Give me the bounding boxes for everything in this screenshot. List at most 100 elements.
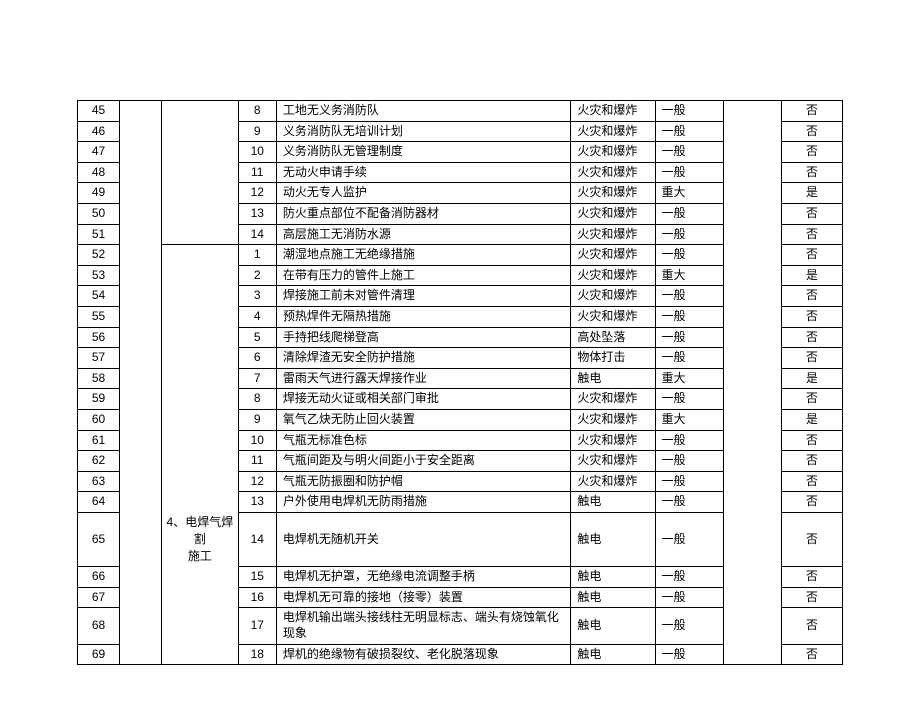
category-cell	[162, 306, 239, 327]
severity: 一般	[655, 286, 724, 307]
blank-cell-2	[724, 644, 781, 665]
hazard-description: 焊接施工前未对管件清理	[276, 286, 571, 307]
blank-cell-2	[724, 492, 781, 513]
hazard-type: 火灾和爆炸	[571, 409, 655, 430]
hazard-description: 工地无义务消防队	[276, 101, 571, 122]
severity: 一般	[655, 430, 724, 451]
category-cell	[162, 389, 239, 410]
table-row: 6817电焊机输出端头接线柱无明显标志、端头有烧蚀氧化现象触电一般否	[78, 608, 843, 644]
hazard-type: 触电	[571, 608, 655, 644]
blank-cell	[120, 286, 162, 307]
sub-index: 8	[238, 389, 276, 410]
hazard-description: 高层施工无消防水源	[276, 224, 571, 245]
blank-cell-2	[724, 409, 781, 430]
category-cell	[162, 608, 239, 644]
blank-cell-2	[724, 101, 781, 122]
blank-cell	[120, 121, 162, 142]
hazard-description: 潮湿地点施工无绝缘措施	[276, 245, 571, 266]
severity: 一般	[655, 471, 724, 492]
severity: 重大	[655, 409, 724, 430]
hazard-type: 触电	[571, 567, 655, 588]
table-row: 6615电焊机无护罩，无绝缘电流调整手柄触电一般否	[78, 567, 843, 588]
sub-index: 11	[238, 162, 276, 183]
blank-cell-2	[724, 587, 781, 608]
severity: 一般	[655, 587, 724, 608]
blank-cell	[120, 471, 162, 492]
blank-cell	[120, 101, 162, 122]
blank-cell	[120, 430, 162, 451]
table-row: 598焊接无动火证或相关部门审批火灾和爆炸一般否	[78, 389, 843, 410]
blank-cell-2	[724, 368, 781, 389]
sub-index: 10	[238, 142, 276, 163]
blank-cell-2	[724, 512, 781, 566]
hazard-type: 火灾和爆炸	[571, 389, 655, 410]
sub-index: 9	[238, 409, 276, 430]
table-row: 609氧气乙炔无防止回火装置火灾和爆炸重大是	[78, 409, 843, 430]
sub-index: 2	[238, 265, 276, 286]
row-index: 65	[78, 512, 120, 566]
severity: 一般	[655, 644, 724, 665]
yes-no: 否	[781, 471, 842, 492]
yes-no: 否	[781, 306, 842, 327]
row-index: 68	[78, 608, 120, 644]
hazard-type: 火灾和爆炸	[571, 286, 655, 307]
blank-cell-2	[724, 203, 781, 224]
table-row: 6110气瓶无标准色标火灾和爆炸一般否	[78, 430, 843, 451]
severity: 一般	[655, 327, 724, 348]
yes-no: 否	[781, 224, 842, 245]
row-index: 53	[78, 265, 120, 286]
table-row: 469义务消防队无培训计划火灾和爆炸一般否	[78, 121, 843, 142]
hazard-description: 清除焊渣无安全防护措施	[276, 348, 571, 369]
blank-cell	[120, 492, 162, 513]
blank-cell	[120, 608, 162, 644]
category-cell	[162, 142, 239, 163]
row-index: 61	[78, 430, 120, 451]
table-row: 6716电焊机无可靠的接地（接零）装置触电一般否	[78, 587, 843, 608]
hazard-description: 焊机的绝缘物有破损裂纹、老化脱落现象	[276, 644, 571, 665]
severity: 一般	[655, 608, 724, 644]
table-row: 554预热焊件无隔热措施火灾和爆炸一般否	[78, 306, 843, 327]
blank-cell	[120, 512, 162, 566]
blank-cell	[120, 451, 162, 472]
blank-cell-2	[724, 389, 781, 410]
hazard-description: 气瓶无标准色标	[276, 430, 571, 451]
blank-cell	[120, 644, 162, 665]
yes-no: 否	[781, 644, 842, 665]
yes-no: 否	[781, 451, 842, 472]
blank-cell-2	[724, 265, 781, 286]
category-cell	[162, 567, 239, 588]
hazard-description: 动火无专人监护	[276, 183, 571, 204]
blank-cell	[120, 245, 162, 266]
sub-index: 11	[238, 451, 276, 472]
hazard-type: 高处坠落	[571, 327, 655, 348]
yes-no: 否	[781, 327, 842, 348]
yes-no: 否	[781, 203, 842, 224]
table-row: 6413户外使用电焊机无防雨措施触电一般否	[78, 492, 843, 513]
yes-no: 否	[781, 492, 842, 513]
table-row: 532在带有压力的管件上施工火灾和爆炸重大是	[78, 265, 843, 286]
category-cell	[162, 286, 239, 307]
yes-no: 是	[781, 368, 842, 389]
hazard-description: 氧气乙炔无防止回火装置	[276, 409, 571, 430]
blank-cell	[120, 389, 162, 410]
sub-index: 8	[238, 101, 276, 122]
blank-cell-2	[724, 245, 781, 266]
category-cell	[162, 183, 239, 204]
blank-cell	[120, 327, 162, 348]
category-cell	[162, 451, 239, 472]
category-cell	[162, 162, 239, 183]
category-cell	[162, 587, 239, 608]
category-cell	[162, 348, 239, 369]
blank-cell-2	[724, 430, 781, 451]
blank-cell-2	[724, 608, 781, 644]
blank-cell-2	[724, 306, 781, 327]
row-index: 49	[78, 183, 120, 204]
yes-no: 否	[781, 121, 842, 142]
table-row: 4912动火无专人监护火灾和爆炸重大是	[78, 183, 843, 204]
blank-cell-2	[724, 162, 781, 183]
yes-no: 否	[781, 389, 842, 410]
hazard-type: 火灾和爆炸	[571, 245, 655, 266]
yes-no: 否	[781, 162, 842, 183]
table-row: 654、电焊气焊割施工14电焊机无随机开关触电一般否	[78, 512, 843, 566]
table-row: 5114高层施工无消防水源火灾和爆炸一般否	[78, 224, 843, 245]
